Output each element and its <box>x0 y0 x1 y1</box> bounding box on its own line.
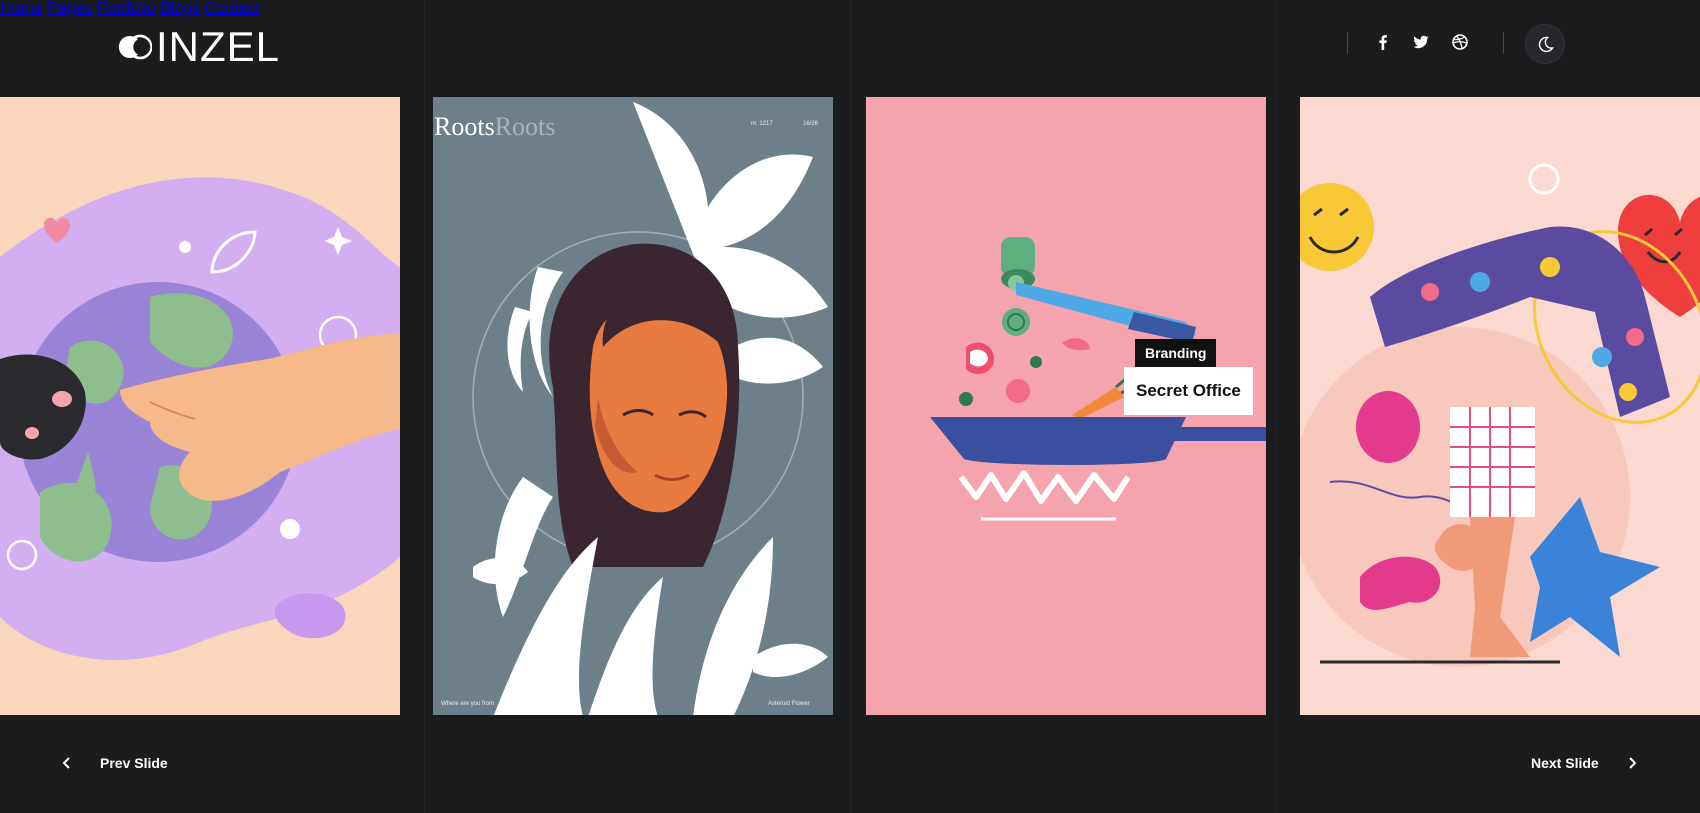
nav-portfolio[interactable]: Portfolio <box>97 0 156 17</box>
logo-text: INZEL <box>156 23 281 70</box>
column-divider <box>424 0 425 813</box>
portfolio-category[interactable]: Branding <box>1135 339 1217 367</box>
nav-blogs[interactable]: Blogs <box>160 0 200 17</box>
facebook-icon[interactable] <box>1374 33 1392 51</box>
svg-text:nr. 1217: nr. 1217 <box>751 121 773 127</box>
theme-toggle-button[interactable] <box>1525 24 1565 64</box>
poster-title: RootsRoots <box>434 112 555 142</box>
slide-roots-portrait[interactable]: nr. 1217 16/26 Where are you from Astero… <box>433 97 833 715</box>
next-slide-button[interactable]: Next Slide <box>1531 755 1639 771</box>
nav-pages[interactable]: Pages <box>47 0 92 17</box>
moon-icon <box>1538 36 1554 53</box>
site-header: INZEL Home Pages Portfolio Blogs Contact <box>0 0 1700 90</box>
portfolio-title[interactable]: Secret Office <box>1124 367 1253 415</box>
handstand-heart-illustration <box>1300 163 1700 667</box>
nav-divider <box>1503 32 1504 54</box>
nav-divider <box>1347 32 1348 54</box>
svg-text:16/26: 16/26 <box>803 121 819 127</box>
logo-icon <box>118 34 152 60</box>
poster-title-echo: Roots <box>494 112 556 141</box>
svg-text:Where are you from: Where are you from <box>441 701 494 707</box>
nav-contact[interactable]: Contact <box>205 0 260 17</box>
twitter-icon[interactable] <box>1412 33 1430 51</box>
prev-slide-label: Prev Slide <box>100 755 168 771</box>
chevron-right-icon <box>1628 757 1637 769</box>
nav-home[interactable]: Home <box>0 0 43 17</box>
roots-portrait-illustration: nr. 1217 16/26 Where are you from Astero… <box>441 102 828 715</box>
prev-slide-button[interactable]: Prev Slide <box>60 755 168 771</box>
column-divider <box>1276 0 1277 813</box>
svg-text:Asteroid Flower: Asteroid Flower <box>768 701 810 707</box>
slide-earth-hand[interactable] <box>0 97 400 715</box>
dribbble-icon[interactable] <box>1451 33 1469 51</box>
next-slide-label: Next Slide <box>1531 755 1599 771</box>
poster-title-main: Roots <box>434 112 495 141</box>
main-nav: Home Pages Portfolio Blogs Contact <box>0 0 1700 18</box>
column-divider <box>850 0 851 813</box>
slide-handstand[interactable] <box>1300 97 1700 715</box>
chevron-left-icon <box>62 757 70 769</box>
logo[interactable]: INZEL <box>118 24 280 70</box>
earth-hand-illustration <box>0 177 400 661</box>
